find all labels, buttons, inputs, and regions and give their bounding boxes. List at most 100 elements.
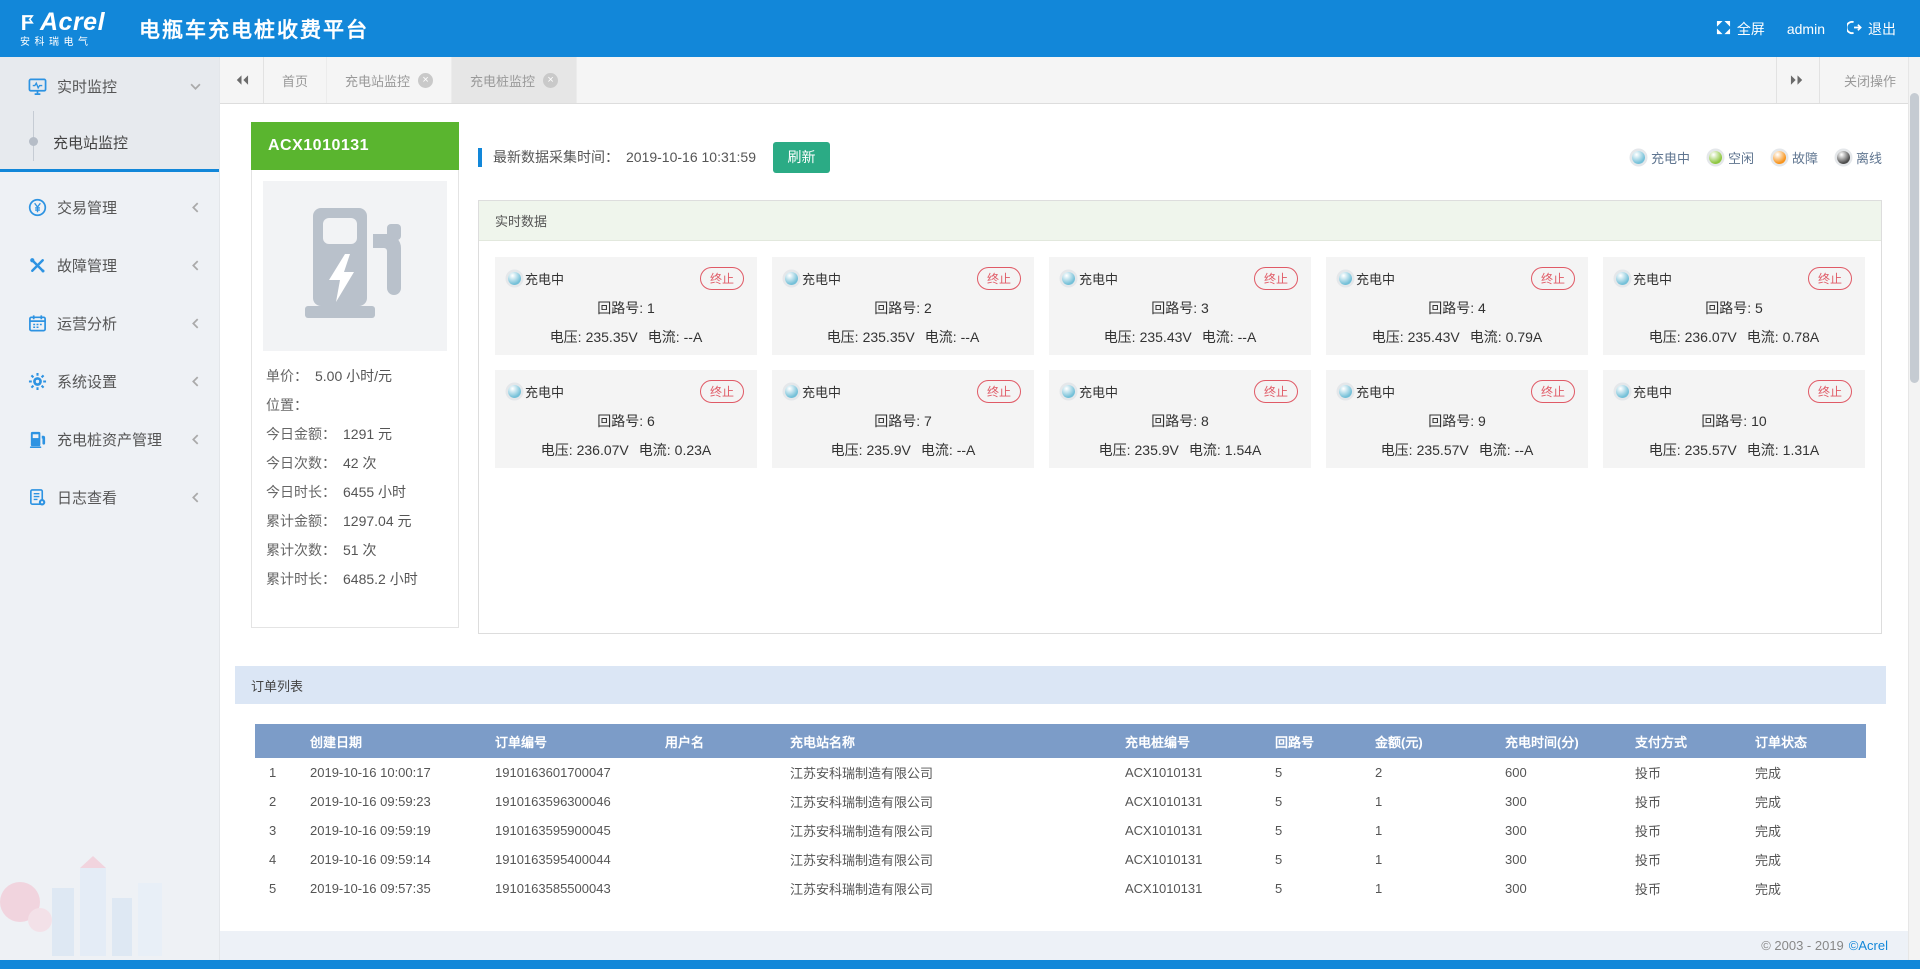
order-col-0: 创建日期	[300, 724, 485, 758]
scroll-tabs-right-button[interactable]	[1776, 57, 1820, 103]
voltage-value: 235.35V	[586, 329, 638, 345]
scrollbar-thumb[interactable]	[1910, 93, 1919, 383]
voltage-label: 电压:	[827, 329, 859, 345]
legend-label: 离线	[1856, 148, 1882, 167]
table-row[interactable]: 42019-10-16 09:59:141910163595400044江苏安科…	[255, 845, 1866, 874]
chevron-down-icon	[190, 81, 201, 92]
table-cell: 江苏安科瑞制造有限公司	[780, 787, 1115, 816]
voltage-value: 235.9V	[866, 442, 910, 458]
legend-label: 故障	[1792, 148, 1818, 167]
tab-bar: 首页充电站监控×充电桩监控× 关闭操作	[220, 57, 1920, 104]
channel-status-label: 充电中	[802, 269, 841, 288]
sidebar-subitem-label: 充电站监控	[53, 132, 128, 153]
device-stat-value: 1297.04 元	[343, 511, 412, 531]
terminate-button[interactable]: 终止	[1254, 267, 1298, 290]
voltage-value: 236.07V	[577, 442, 629, 458]
terminate-button[interactable]: 终止	[700, 267, 744, 290]
current-value: 1.31A	[1783, 442, 1820, 458]
logout-icon	[1847, 20, 1862, 38]
acrel-link[interactable]: ©Acrel	[1849, 938, 1888, 953]
current-value: --A	[961, 329, 980, 345]
table-cell: 2019-10-16 09:59:23	[300, 787, 485, 816]
sidebar-subitem-station-monitor[interactable]: 充电站监控	[0, 115, 219, 169]
chevron-left-icon	[190, 260, 201, 271]
fullscreen-icon	[1716, 20, 1731, 38]
channel-status-label: 充电中	[525, 269, 564, 288]
charging-asset-icon	[27, 429, 47, 449]
channel-status: 充电中	[508, 382, 564, 401]
table-cell: 投币	[1625, 874, 1745, 903]
scroll-tabs-left-button[interactable]	[220, 57, 264, 103]
terminate-button[interactable]: 终止	[1808, 380, 1852, 403]
table-cell: 2	[255, 787, 300, 816]
tab-home[interactable]: 首页	[264, 57, 327, 103]
table-row[interactable]: 12019-10-16 10:00:171910163601700047江苏安科…	[255, 758, 1866, 787]
tab-pile-monitor[interactable]: 充电桩监控×	[452, 57, 577, 103]
terminate-button[interactable]: 终止	[977, 267, 1021, 290]
sidebar-item-realtime-monitor[interactable]: 实时监控	[0, 57, 219, 115]
table-cell	[655, 816, 780, 845]
refresh-button[interactable]: 刷新	[773, 142, 830, 173]
sidebar-item-log-view[interactable]: 日志查看	[0, 468, 219, 526]
table-cell: 江苏安科瑞制造有限公司	[780, 816, 1115, 845]
tab-close-icon[interactable]: ×	[418, 73, 433, 88]
terminate-button[interactable]: 终止	[1254, 380, 1298, 403]
table-row[interactable]: 22019-10-16 09:59:231910163596300046江苏安科…	[255, 787, 1866, 816]
device-stat-value: 5.00 小时/元	[315, 366, 392, 386]
sidebar-item-transaction-management[interactable]: 交易管理	[0, 178, 219, 236]
channel-power: 电压:235.43V电流:--A	[1062, 327, 1298, 347]
channel-status-label: 充电中	[1079, 382, 1118, 401]
channel-status-label: 充电中	[802, 382, 841, 401]
logo-text: Acrel	[40, 10, 105, 35]
tab-station-monitor[interactable]: 充电站监控×	[327, 57, 452, 103]
current-label: 电流:	[648, 329, 680, 345]
device-stat-label: 累计金额：	[266, 511, 336, 531]
legend-offline: 离线	[1837, 148, 1882, 167]
voltage-label: 电压:	[1649, 329, 1681, 345]
table-cell: 1	[255, 758, 300, 787]
sidebar-item-system-settings[interactable]: 系统设置	[0, 352, 219, 410]
sidebar-item-fault-management[interactable]: 故障管理	[0, 236, 219, 294]
table-cell: 4	[255, 845, 300, 874]
terminate-button[interactable]: 终止	[977, 380, 1021, 403]
channel-circuit: 回路号: 3	[1062, 298, 1298, 318]
device-stat-line: 累计时长：6485.2 小时	[266, 564, 444, 593]
terminate-button[interactable]: 终止	[1531, 267, 1575, 290]
table-cell: 1910163595400044	[485, 845, 655, 874]
table-row[interactable]: 32019-10-16 09:59:191910163595900045江苏安科…	[255, 816, 1866, 845]
sidebar-item-operation-analysis[interactable]: 运营分析	[0, 294, 219, 352]
device-stat-label: 今日金额：	[266, 424, 336, 444]
fullscreen-button[interactable]: 全屏	[1716, 19, 1765, 39]
channel-status-row: 充电中终止	[1339, 380, 1575, 403]
charging-status-icon	[1632, 151, 1645, 164]
tab-close-icon[interactable]: ×	[543, 73, 558, 88]
order-col-4: 充电桩编号	[1115, 724, 1265, 758]
logo-subtext: 安科瑞电气	[20, 38, 105, 48]
voltage-label: 电压:	[1104, 329, 1136, 345]
terminate-button[interactable]: 终止	[1531, 380, 1575, 403]
terminate-button[interactable]: 终止	[1808, 267, 1852, 290]
channel-status-row: 充电中终止	[1616, 267, 1852, 290]
vertical-scrollbar[interactable]	[1908, 57, 1920, 960]
order-list-title: 订单列表	[235, 666, 1886, 704]
log-icon	[27, 487, 47, 507]
table-cell: 2019-10-16 09:59:19	[300, 816, 485, 845]
terminate-button[interactable]: 终止	[700, 380, 744, 403]
legend-fault: 故障	[1773, 148, 1818, 167]
table-row[interactable]: 52019-10-16 09:57:351910163585500043江苏安科…	[255, 874, 1866, 903]
order-col-6: 金额(元)	[1365, 724, 1495, 758]
username[interactable]: admin	[1787, 21, 1825, 37]
close-operations-button[interactable]: 关闭操作	[1820, 57, 1920, 103]
channel-card-5: 充电中终止回路号: 5电压:236.07V电流:0.78A	[1603, 257, 1865, 355]
channel-power: 电压:235.43V电流:0.79A	[1339, 327, 1575, 347]
device-stat-line: 今日金额：1291 元	[266, 419, 444, 448]
table-cell: 江苏安科瑞制造有限公司	[780, 845, 1115, 874]
chevron-left-icon	[190, 202, 201, 213]
collect-time-value: 2019-10-16 10:31:59	[626, 149, 756, 165]
acrel-flag-icon	[20, 14, 37, 31]
logout-button[interactable]: 退出	[1847, 19, 1896, 39]
charging-pile-icon	[299, 204, 411, 329]
sidebar-item-pile-asset-management[interactable]: 充电桩资产管理	[0, 410, 219, 468]
voltage-label: 电压:	[1649, 442, 1681, 458]
device-stat-label: 累计时长：	[266, 569, 336, 589]
